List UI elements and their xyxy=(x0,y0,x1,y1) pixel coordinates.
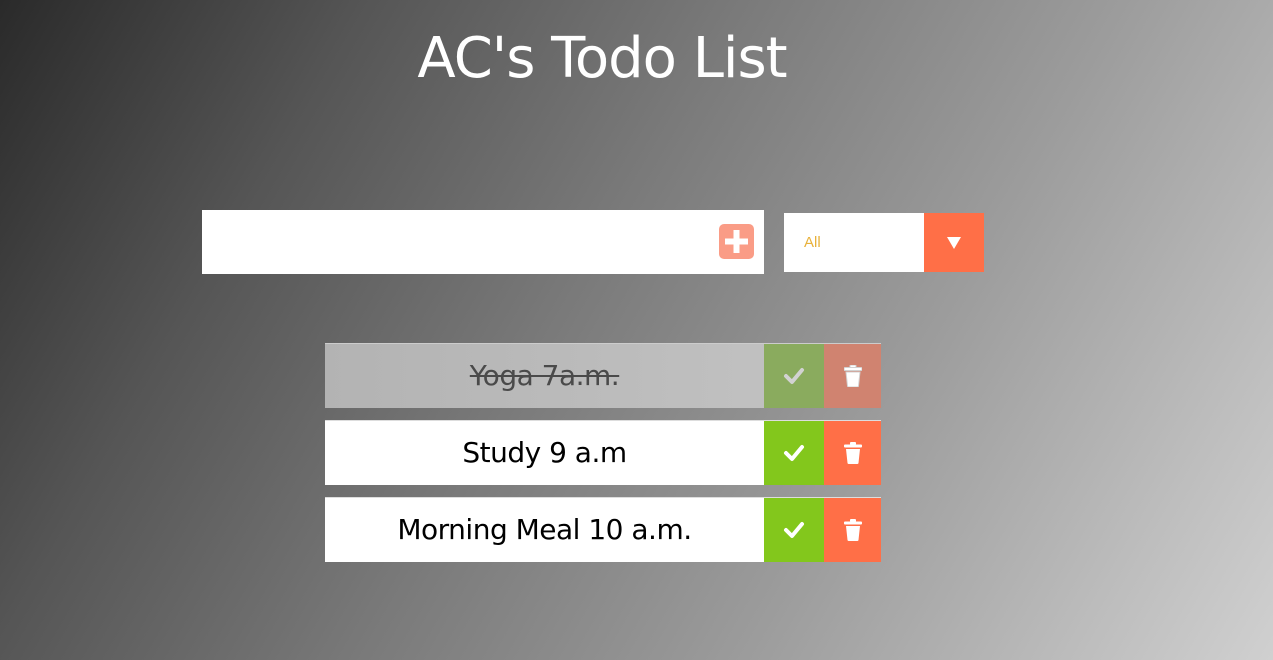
todo-input[interactable] xyxy=(202,210,702,274)
todo-list: Yoga 7a.m. Study 9 a.m Morning Meal 10 a… xyxy=(325,343,881,574)
add-todo-button[interactable] xyxy=(719,224,754,259)
delete-button[interactable] xyxy=(824,421,881,485)
filter-dropdown-toggle[interactable] xyxy=(924,213,984,272)
todo-text: Morning Meal 10 a.m. xyxy=(397,513,692,546)
delete-button[interactable] xyxy=(824,498,881,562)
complete-button[interactable] xyxy=(764,498,824,562)
todo-text: Yoga 7a.m. xyxy=(469,359,620,392)
todo-text: Study 9 a.m xyxy=(462,436,627,469)
todo-item: Yoga 7a.m. xyxy=(325,343,881,408)
todo-input-container xyxy=(202,210,764,274)
filter-select[interactable]: All xyxy=(784,213,984,272)
todo-item: Study 9 a.m xyxy=(325,420,881,485)
complete-button[interactable] xyxy=(764,344,824,408)
delete-button[interactable] xyxy=(824,344,881,408)
plus-icon xyxy=(719,224,754,259)
page-title: AC's Todo List xyxy=(417,26,787,91)
complete-button[interactable] xyxy=(764,421,824,485)
filter-selected-value: All xyxy=(804,234,821,251)
todo-item: Morning Meal 10 a.m. xyxy=(325,497,881,562)
